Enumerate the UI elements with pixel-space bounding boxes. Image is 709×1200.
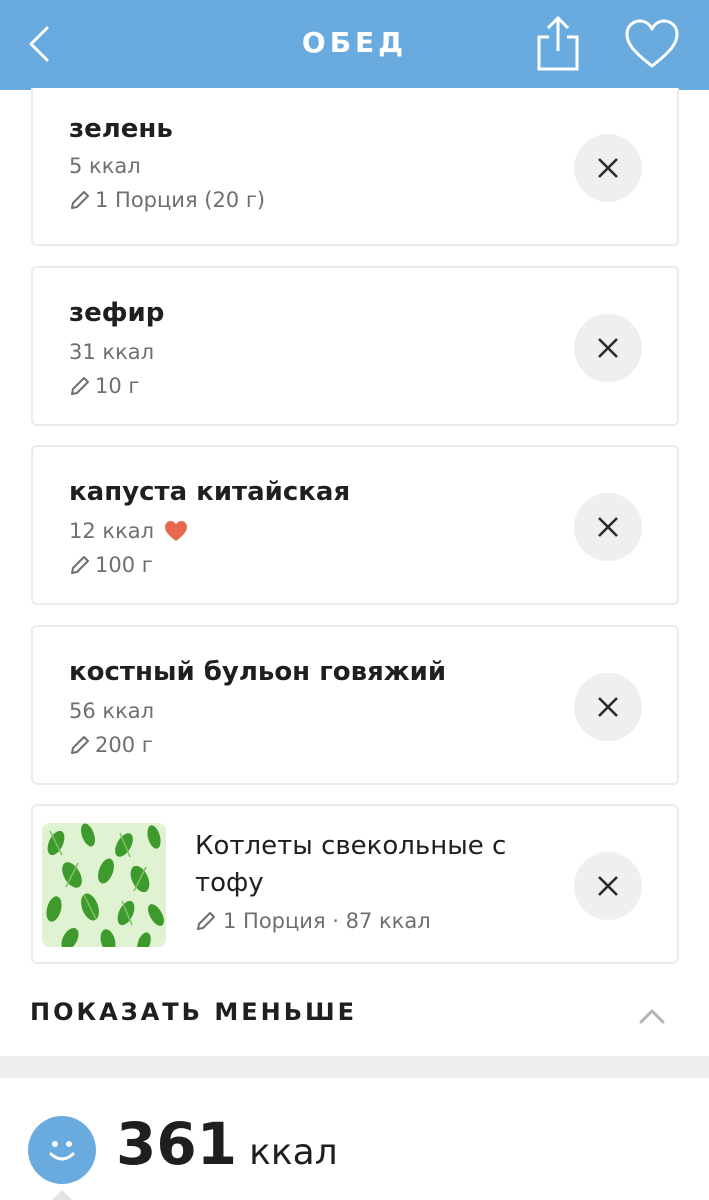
smiley-avatar: [28, 1116, 96, 1184]
share-button[interactable]: [528, 14, 588, 74]
food-item-portion[interactable]: 10 г: [69, 374, 139, 398]
pencil-icon: [71, 556, 89, 574]
close-icon: [598, 697, 618, 717]
pencil-icon: [197, 912, 215, 930]
share-icon: [537, 15, 579, 71]
food-item-card[interactable]: зелень 5 ккал 1 Порция (20 г): [31, 88, 679, 246]
food-item-portion-value: 10 г: [95, 374, 140, 398]
food-item-kcal-value: 31 ккал: [69, 340, 155, 364]
pencil-icon: [71, 736, 89, 754]
meal-total: 361 ккал: [116, 1110, 338, 1178]
close-icon: [598, 158, 618, 178]
heart-outline-icon: [625, 19, 679, 68]
food-item-kcal-value: 5 ккал: [69, 154, 141, 178]
food-item-portion[interactable]: 200 г: [69, 733, 153, 757]
heart-filled-icon: [165, 521, 188, 541]
food-item-card[interactable]: зефир 31 ккал 10 г: [31, 266, 679, 426]
meal-total-value: 361: [116, 1110, 238, 1178]
remove-item-button[interactable]: [574, 673, 642, 741]
food-item-kcal: 31 ккал: [69, 340, 154, 364]
food-item-portion-value: 100 г: [95, 553, 153, 577]
food-item-kcal: 12 ккал: [69, 519, 188, 543]
recipe-portion-value: 1 Порция · 87 ккал: [223, 909, 431, 933]
remove-item-button[interactable]: [574, 493, 642, 561]
close-icon: [598, 517, 618, 537]
top-app-bar: ОБЕД: [0, 0, 709, 90]
food-item-name: зефир: [69, 298, 165, 328]
food-item-kcal-value: 12 ккал: [69, 519, 155, 543]
food-item-portion[interactable]: 1 Порция (20 г): [69, 188, 265, 212]
food-item-portion[interactable]: 100 г: [69, 553, 153, 577]
food-item-name: зелень: [69, 114, 173, 144]
recipe-name: Котлеты свекольные с тофу: [195, 831, 507, 898]
food-item-name: костный бульон говяжий: [69, 657, 447, 687]
meal-total-unit: ккал: [249, 1132, 338, 1173]
recipe-item-card[interactable]: Котлеты свекольные с тофу 1 Порция · 87 …: [31, 804, 679, 964]
leaves-pattern-image: [42, 823, 166, 947]
food-item-portion-value: 200 г: [95, 733, 153, 757]
smiley-icon: [49, 1141, 75, 1161]
pencil-icon: [71, 377, 89, 395]
food-item-portion-value: 1 Порция (20 г): [95, 188, 266, 212]
recipe-portion[interactable]: 1 Порция · 87 ккал: [195, 909, 431, 933]
food-item-kcal: 5 ккал: [69, 154, 141, 178]
food-item-kcal-value: 56 ккал: [69, 699, 155, 723]
food-item-name: капуста китайская: [69, 477, 351, 507]
food-item-kcal: 56 ккал: [69, 699, 154, 723]
close-icon: [598, 338, 618, 358]
pencil-icon: [71, 191, 89, 209]
remove-item-button[interactable]: [574, 314, 642, 382]
close-icon: [598, 876, 618, 896]
food-item-card[interactable]: костный бульон говяжий 56 ккал 200 г: [31, 625, 679, 785]
chevron-up-icon: [639, 1009, 665, 1024]
page-title: ОБЕД: [301, 26, 408, 59]
collapse-toggle[interactable]: [636, 1000, 668, 1032]
remove-item-button[interactable]: [574, 852, 642, 920]
food-item-card[interactable]: капуста китайская 12 ккал 100 г: [31, 445, 679, 605]
tooltip-notch: [52, 1190, 72, 1200]
recipe-thumbnail: [42, 823, 166, 947]
section-divider: [0, 1056, 709, 1078]
favorite-button[interactable]: [622, 14, 682, 74]
show-less-button[interactable]: ПОКАЗАТЬ МЕНЬШЕ: [30, 998, 357, 1026]
remove-item-button[interactable]: [574, 134, 642, 202]
